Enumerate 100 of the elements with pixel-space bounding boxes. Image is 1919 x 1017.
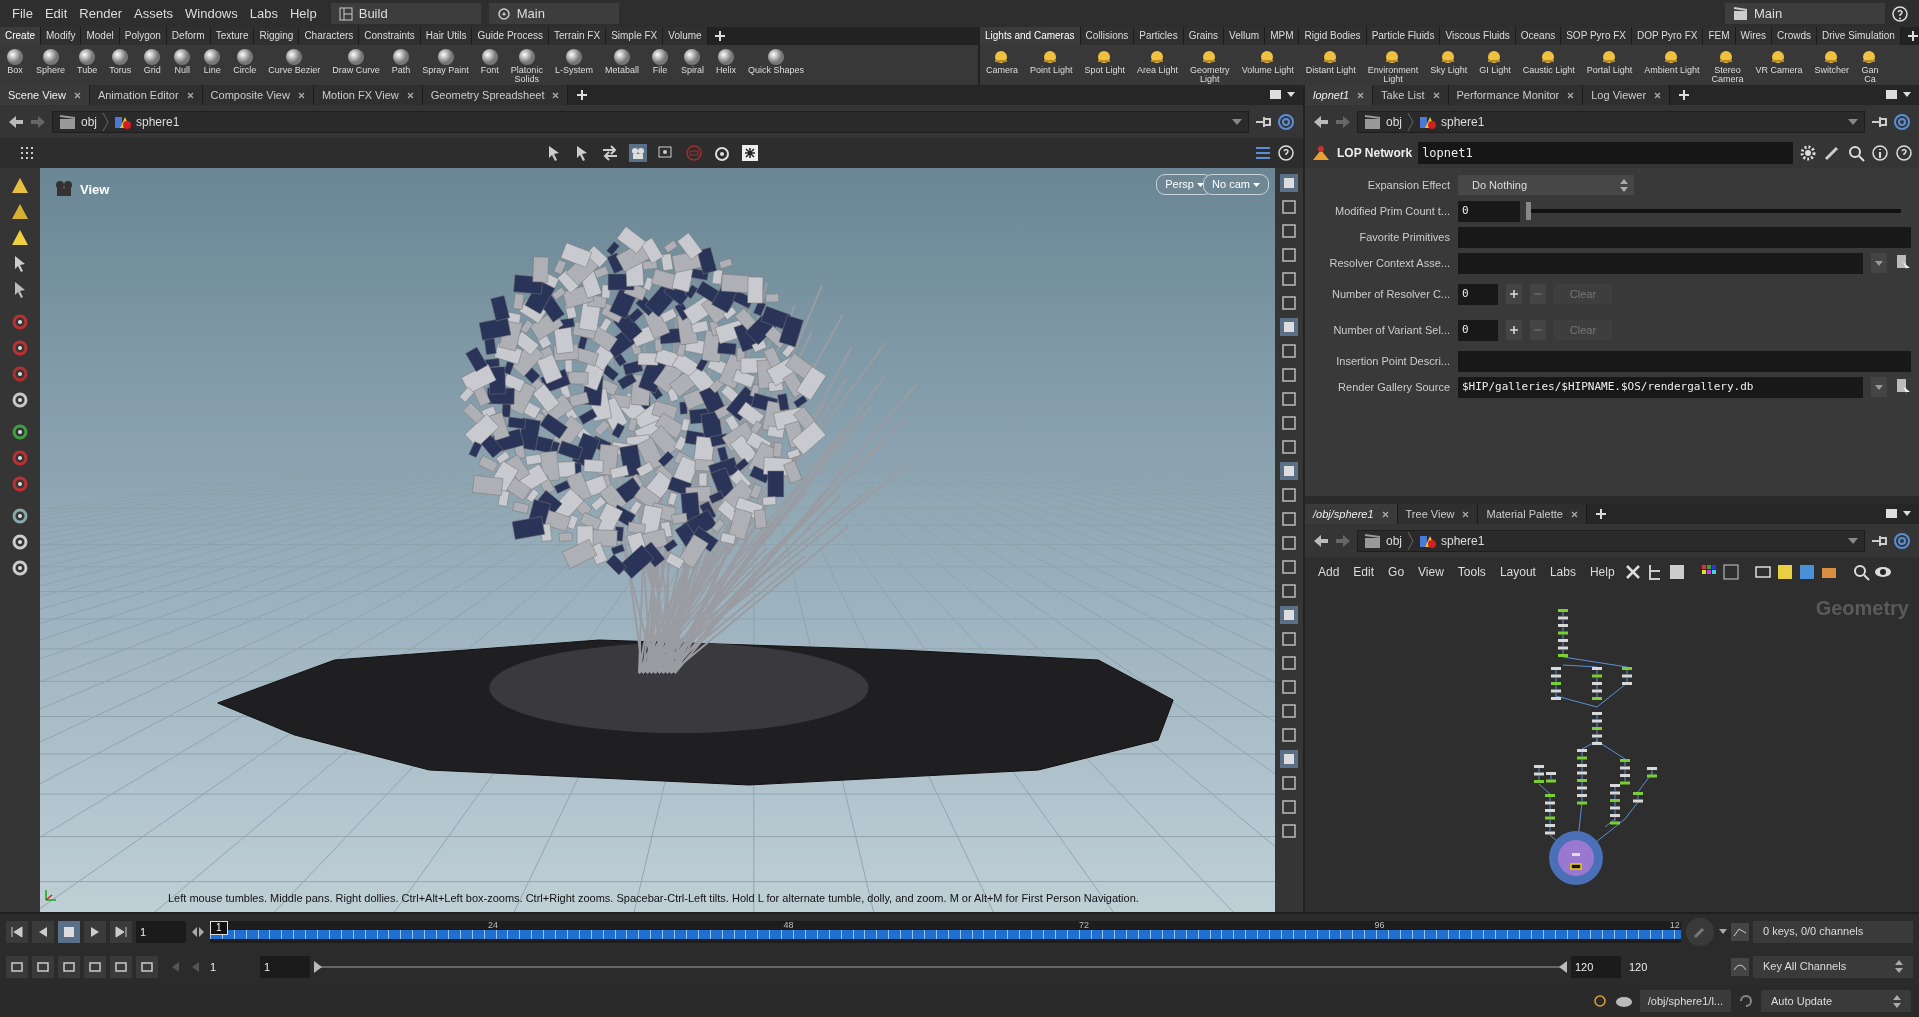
menu-item[interactable]: Edit [1348, 563, 1380, 581]
display-icon[interactable] [1280, 702, 1298, 720]
shelf-tool[interactable]: Null [167, 48, 198, 75]
context-selector[interactable]: Main [1725, 3, 1885, 24]
playback-button[interactable] [110, 920, 132, 943]
pane-tab[interactable]: Composite View [202, 85, 314, 105]
tool-icon[interactable] [10, 558, 30, 578]
current-frame-marker[interactable]: 1 [210, 920, 228, 935]
graph-node[interactable] [1592, 697, 1602, 700]
sliders-icon[interactable] [1253, 144, 1272, 162]
handle-icon[interactable] [10, 312, 30, 332]
graph-node[interactable] [1610, 784, 1620, 787]
search-icon[interactable] [1851, 563, 1870, 581]
menu-item[interactable]: Windows [179, 3, 244, 24]
shelf-tool[interactable]: Area Light [1131, 48, 1185, 75]
handle-icon[interactable] [10, 364, 30, 384]
path-field[interactable]: obj sphere1 [52, 110, 1249, 133]
shelf-tool[interactable]: Point Light [1024, 48, 1079, 75]
display-icon[interactable] [1280, 342, 1298, 360]
shelf-tab[interactable]: Modify [41, 27, 82, 45]
shelf-tab[interactable]: Guide Process [472, 27, 549, 45]
caret-icon[interactable] [1848, 118, 1858, 125]
graph-node[interactable] [1577, 764, 1587, 767]
graph-node[interactable] [1577, 771, 1587, 775]
graph-node[interactable] [1551, 682, 1561, 685]
shelf-tool[interactable]: Curve Bezier [262, 48, 327, 75]
display-icon[interactable] [1280, 510, 1298, 528]
shelf-tab[interactable]: Volume [663, 27, 708, 45]
snowflake-icon[interactable] [740, 144, 759, 162]
path-segment[interactable]: sphere1 [136, 112, 1227, 131]
shelf-tab[interactable]: Oceans [1515, 27, 1562, 45]
path-segment[interactable]: obj [1386, 531, 1402, 550]
text-field[interactable] [1458, 350, 1911, 372]
graph-node[interactable] [1577, 786, 1587, 790]
end-frame-field[interactable]: 120 [1625, 955, 1675, 978]
display-icon[interactable] [1280, 318, 1298, 336]
shelf-tab[interactable]: Vellum [1224, 27, 1266, 45]
playback-button[interactable] [84, 920, 106, 943]
shelf-tool[interactable]: GI Light [1473, 48, 1517, 75]
graph-node[interactable] [1592, 719, 1602, 723]
graph-node[interactable] [1610, 821, 1620, 825]
curve-icon[interactable] [1731, 957, 1749, 976]
radio-icon[interactable] [1591, 993, 1608, 1009]
playback-button[interactable] [58, 920, 80, 943]
menu-item[interactable]: Edit [38, 3, 74, 24]
graph-node[interactable] [1551, 667, 1561, 670]
shelf-tool[interactable]: Portal Light [1580, 48, 1639, 75]
add-tab-icon[interactable] [713, 30, 726, 42]
back-arrow-icon[interactable] [1313, 114, 1329, 129]
graph-node[interactable] [1592, 727, 1602, 730]
timeline-option-button[interactable] [32, 955, 54, 978]
cone-icon[interactable] [10, 228, 30, 248]
graph-node[interactable] [1592, 712, 1602, 715]
close-icon[interactable] [1567, 91, 1575, 99]
tool-icon[interactable] [10, 532, 30, 552]
shelf-tab[interactable]: Texture [210, 27, 255, 45]
display-icon[interactable] [1280, 750, 1298, 768]
caret-icon[interactable] [1719, 929, 1727, 934]
shelf-tab[interactable]: Grains [1183, 27, 1225, 45]
menu-item[interactable]: Help [283, 3, 323, 24]
graph-node[interactable] [1545, 809, 1555, 812]
frame-field[interactable]: 1 [136, 920, 186, 943]
dropdown-menu[interactable]: Do Nothing [1458, 175, 1634, 195]
display-icon[interactable] [1280, 270, 1298, 288]
back-arrow-icon[interactable] [1313, 533, 1329, 548]
shelf-tab[interactable]: SOP Pyro FX [1561, 27, 1633, 45]
shelf-tool[interactable]: L-System [548, 48, 599, 75]
close-icon[interactable] [73, 91, 81, 99]
graph-node[interactable] [1551, 697, 1561, 700]
cone-icon[interactable] [10, 176, 30, 196]
graph-node[interactable] [1534, 780, 1544, 783]
shelf-tab[interactable]: DOP Pyro FX [1632, 27, 1704, 45]
dropdown-button[interactable] [1871, 377, 1887, 397]
close-icon[interactable] [406, 91, 414, 99]
box-icon[interactable] [1753, 563, 1772, 581]
shelf-tab[interactable]: Crowds [1772, 27, 1817, 45]
shelf-tab[interactable]: Wires [1735, 27, 1773, 45]
timeline-option-button[interactable] [6, 955, 28, 978]
shelf-tool[interactable]: Spray Paint [416, 48, 475, 75]
shelf-tool[interactable]: Draw Curve [326, 48, 386, 75]
graph-node[interactable] [1534, 765, 1544, 768]
shelf-tool[interactable]: Path [385, 48, 417, 75]
pane-tab[interactable]: lopnet1 [1305, 85, 1374, 105]
graph-node[interactable] [1622, 674, 1632, 678]
shelf-tool[interactable]: Line [197, 48, 228, 75]
pane-tab[interactable]: Log Viewer [1583, 85, 1671, 105]
display-icon[interactable] [1280, 582, 1298, 600]
display-icon[interactable] [1280, 198, 1298, 216]
close-icon[interactable] [1381, 510, 1389, 518]
add-tab-icon[interactable] [1906, 30, 1919, 42]
shelf-tab[interactable]: Collisions [1080, 27, 1135, 45]
graph-node[interactable] [1577, 779, 1587, 782]
back-arrow-icon[interactable] [8, 114, 24, 129]
graph-node[interactable] [1577, 749, 1587, 752]
display-icon[interactable] [1280, 390, 1298, 408]
display-icon[interactable] [1280, 294, 1298, 312]
number-field[interactable]: 0 [1458, 200, 1520, 222]
menu-item[interactable]: Tools [1452, 563, 1491, 581]
range-end-field[interactable]: 120 [1571, 955, 1621, 978]
display-icon[interactable] [1280, 222, 1298, 240]
